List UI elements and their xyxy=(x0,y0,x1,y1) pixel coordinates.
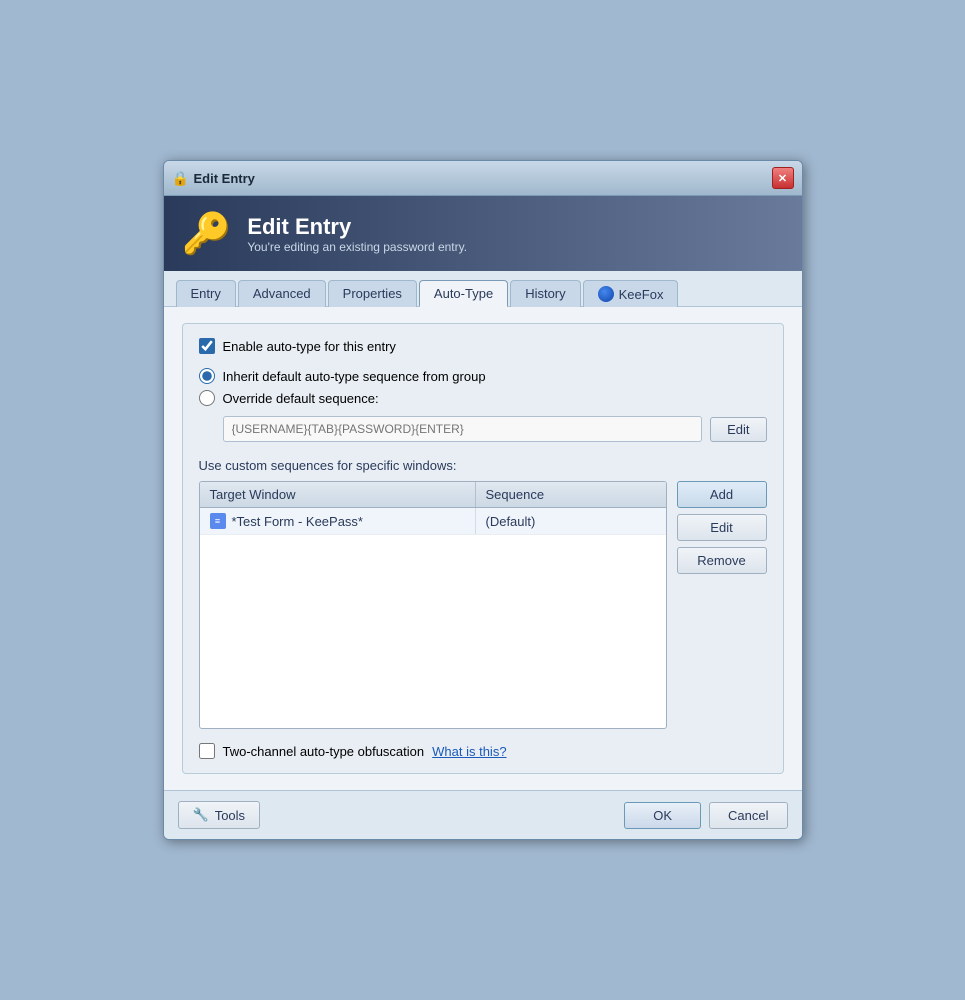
tab-keefox-label: KeeFox xyxy=(619,287,664,302)
custom-seq-table-area: Target Window Sequence ≡ *Test Form - Ke… xyxy=(199,481,767,729)
remove-sequence-button[interactable]: Remove xyxy=(677,547,767,574)
tab-history[interactable]: History xyxy=(510,280,580,307)
ok-button[interactable]: OK xyxy=(624,802,701,829)
footer: 🔧 Tools OK Cancel xyxy=(164,790,802,839)
custom-seq-label: Use custom sequences for specific window… xyxy=(199,458,767,473)
table-cell-window: ≡ *Test Form - KeePass* xyxy=(200,508,476,534)
edit-entry-dialog: 🔒 Edit Entry ✕ 🔑 Edit Entry You're editi… xyxy=(163,160,803,840)
edit-sequence-button[interactable]: Edit xyxy=(677,514,767,541)
cancel-button[interactable]: Cancel xyxy=(709,802,787,829)
what-is-this-link[interactable]: What is this? xyxy=(432,744,506,759)
obfuscation-label: Two-channel auto-type obfuscation xyxy=(223,744,425,759)
header-text: Edit Entry You're editing an existing pa… xyxy=(247,214,467,254)
row-list-icon: ≡ xyxy=(210,513,226,529)
lock-icon: 🔒 xyxy=(172,170,188,186)
override-edit-button[interactable]: Edit xyxy=(710,417,766,442)
tabs-container: Entry Advanced Properties Auto-Type Hist… xyxy=(164,271,802,307)
tab-properties[interactable]: Properties xyxy=(328,280,417,307)
table-buttons: Add Edit Remove xyxy=(677,481,767,729)
title-bar-left: 🔒 Edit Entry xyxy=(172,170,255,186)
title-bar-text: Edit Entry xyxy=(194,171,255,186)
inherit-radio-label: Inherit default auto-type sequence from … xyxy=(223,369,486,384)
obfuscation-checkbox[interactable] xyxy=(199,743,215,759)
col-target-window: Target Window xyxy=(200,482,476,507)
tools-button[interactable]: 🔧 Tools xyxy=(178,801,261,829)
table-cell-sequence: (Default) xyxy=(476,509,666,534)
wrench-icon: 🔧 xyxy=(193,807,209,823)
title-bar: 🔒 Edit Entry ✕ xyxy=(164,161,802,196)
inherit-radio-row: Inherit default auto-type sequence from … xyxy=(199,368,767,384)
table-header: Target Window Sequence xyxy=(200,482,666,508)
radio-group: Inherit default auto-type sequence from … xyxy=(199,368,767,406)
enable-autotype-label: Enable auto-type for this entry xyxy=(223,339,396,354)
override-input-row: Edit xyxy=(223,416,767,442)
header-banner: 🔑 Edit Entry You're editing an existing … xyxy=(164,196,802,271)
override-sequence-input[interactable] xyxy=(223,416,703,442)
override-radio-row: Override default sequence: xyxy=(199,390,767,406)
key-icon: 🔑 xyxy=(182,210,232,257)
enable-autotype-row: Enable auto-type for this entry xyxy=(199,338,767,354)
inherit-radio[interactable] xyxy=(199,368,215,384)
footer-right: OK Cancel xyxy=(624,802,787,829)
override-radio[interactable] xyxy=(199,390,215,406)
content-area: Enable auto-type for this entry Inherit … xyxy=(164,307,802,790)
enable-autotype-checkbox[interactable] xyxy=(199,338,215,354)
autotype-section: Enable auto-type for this entry Inherit … xyxy=(182,323,784,774)
override-radio-label: Override default sequence: xyxy=(223,391,379,406)
tab-auto-type[interactable]: Auto-Type xyxy=(419,280,508,307)
tab-entry[interactable]: Entry xyxy=(176,280,236,307)
tab-keefox[interactable]: KeeFox xyxy=(583,280,679,307)
header-title: Edit Entry xyxy=(247,214,467,240)
keefox-globe-icon xyxy=(598,286,614,302)
close-button[interactable]: ✕ xyxy=(772,167,794,189)
header-subtitle: You're editing an existing password entr… xyxy=(247,240,467,254)
table-row[interactable]: ≡ *Test Form - KeePass* (Default) xyxy=(200,508,666,535)
obfuscation-row: Two-channel auto-type obfuscation What i… xyxy=(199,743,767,759)
add-sequence-button[interactable]: Add xyxy=(677,481,767,508)
col-sequence: Sequence xyxy=(476,482,666,507)
table-body: ≡ *Test Form - KeePass* (Default) xyxy=(200,508,666,728)
tab-advanced[interactable]: Advanced xyxy=(238,280,326,307)
custom-seq-table: Target Window Sequence ≡ *Test Form - Ke… xyxy=(199,481,667,729)
